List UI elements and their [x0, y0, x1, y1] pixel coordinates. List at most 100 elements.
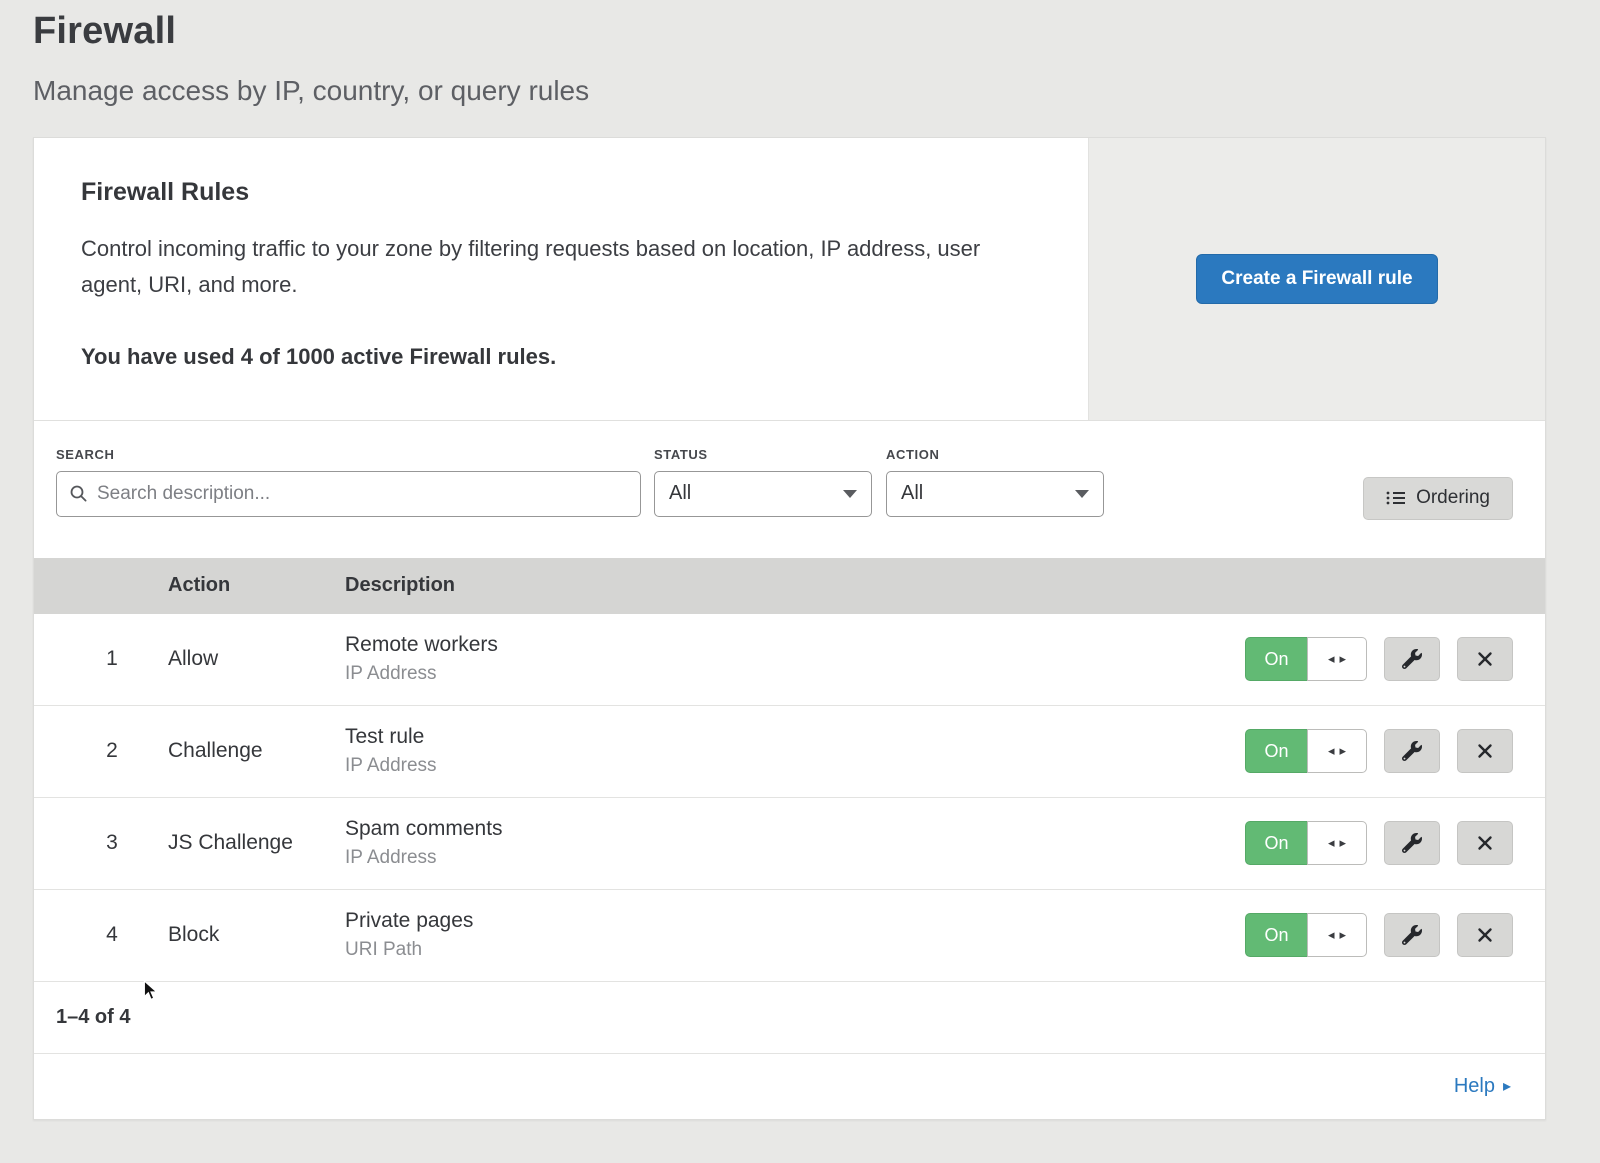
card-footer: Help ▸: [34, 1053, 1545, 1119]
rule-controls: On ◂▸: [1245, 729, 1513, 773]
page-subtitle: Manage access by IP, country, or query r…: [33, 75, 1546, 107]
arrow-right-icon: ▸: [1340, 743, 1347, 759]
action-label: ACTION: [886, 447, 1104, 462]
rule-description-cell: Remote workers IP Address: [345, 633, 1245, 685]
ordering-button[interactable]: Ordering: [1363, 477, 1513, 520]
chevron-down-icon: [1075, 490, 1089, 498]
close-icon: [1477, 927, 1493, 943]
usage-text: You have used 4 of 1000 active Firewall …: [81, 344, 1008, 370]
wrench-icon: [1402, 649, 1422, 669]
rule-description: Spam comments: [345, 817, 1245, 841]
delete-rule-button[interactable]: [1457, 729, 1513, 773]
rule-toggle-on-button[interactable]: On: [1245, 729, 1307, 773]
rule-match-type: IP Address: [345, 755, 1245, 777]
rule-controls: On ◂▸: [1245, 637, 1513, 681]
action-select[interactable]: All: [886, 471, 1104, 517]
wrench-icon: [1402, 925, 1422, 945]
rule-action: JS Challenge: [168, 831, 345, 855]
firewall-rules-card: Firewall Rules Control incoming traffic …: [33, 137, 1546, 1120]
table-header: Action Description: [34, 558, 1545, 614]
card-header: Firewall Rules Control incoming traffic …: [34, 138, 1545, 421]
rule-description-cell: Spam comments IP Address: [345, 817, 1245, 869]
rule-toggle-arrows-button[interactable]: ◂▸: [1307, 821, 1367, 865]
rule-priority: 1: [56, 647, 168, 671]
arrow-left-icon: ◂: [1328, 743, 1335, 759]
rule-description: Remote workers: [345, 633, 1245, 657]
rule-controls: On ◂▸: [1245, 821, 1513, 865]
ordering-wrap: Ordering: [1363, 447, 1513, 520]
help-link[interactable]: Help ▸: [1454, 1075, 1511, 1098]
chevron-down-icon: [843, 490, 857, 498]
close-icon: [1477, 835, 1493, 851]
rule-action: Allow: [168, 647, 345, 671]
status-filter: STATUS All: [654, 447, 872, 517]
edit-rule-button[interactable]: [1384, 729, 1440, 773]
card-description: Control incoming traffic to your zone by…: [81, 231, 1008, 304]
status-select-value: All: [669, 482, 691, 505]
rule-toggle-group: On ◂▸: [1245, 637, 1367, 681]
rule-description: Test rule: [345, 725, 1245, 749]
card-header-right: Create a Firewall rule: [1088, 138, 1545, 420]
rule-action: Block: [168, 923, 345, 947]
close-icon: [1477, 651, 1493, 667]
rule-toggle-on-button[interactable]: On: [1245, 821, 1307, 865]
action-select-value: All: [901, 482, 923, 505]
action-filter: ACTION All: [886, 447, 1104, 517]
rule-toggle-group: On ◂▸: [1245, 729, 1367, 773]
rule-match-type: URI Path: [345, 939, 1245, 961]
rule-toggle-group: On ◂▸: [1245, 821, 1367, 865]
rule-priority: 2: [56, 739, 168, 763]
edit-rule-button[interactable]: [1384, 637, 1440, 681]
rule-description: Private pages: [345, 909, 1245, 933]
rule-action: Challenge: [168, 739, 345, 763]
wrench-icon: [1402, 833, 1422, 853]
rule-priority: 3: [56, 831, 168, 855]
arrow-right-icon: ▸: [1340, 651, 1347, 667]
arrow-left-icon: ◂: [1328, 835, 1335, 851]
column-description: Description: [345, 574, 1513, 597]
help-link-label: Help: [1454, 1075, 1495, 1098]
rule-controls: On ◂▸: [1245, 913, 1513, 957]
card-title: Firewall Rules: [81, 178, 1008, 207]
arrow-right-icon: ▸: [1340, 927, 1347, 943]
rule-toggle-arrows-button[interactable]: ◂▸: [1307, 913, 1367, 957]
rule-toggle-on-button[interactable]: On: [1245, 637, 1307, 681]
pagination-summary: 1–4 of 4: [34, 982, 1545, 1053]
table-row: 4 Block Private pages URI Path On ◂▸: [34, 890, 1545, 982]
table-row: 1 Allow Remote workers IP Address On ◂▸: [34, 614, 1545, 706]
ordering-list-icon: [1386, 490, 1406, 506]
rule-description-cell: Private pages URI Path: [345, 909, 1245, 961]
table-row: 2 Challenge Test rule IP Address On ◂▸: [34, 706, 1545, 798]
rule-toggle-arrows-button[interactable]: ◂▸: [1307, 637, 1367, 681]
rule-description-cell: Test rule IP Address: [345, 725, 1245, 777]
rule-match-type: IP Address: [345, 663, 1245, 685]
arrow-left-icon: ◂: [1328, 927, 1335, 943]
rule-match-type: IP Address: [345, 847, 1245, 869]
rule-toggle-arrows-button[interactable]: ◂▸: [1307, 729, 1367, 773]
arrow-left-icon: ◂: [1328, 651, 1335, 667]
firewall-page: Firewall Manage access by IP, country, o…: [0, 0, 1600, 1120]
rule-toggle-on-button[interactable]: On: [1245, 913, 1307, 957]
search-filter: SEARCH: [56, 447, 641, 517]
arrow-right-icon: ▸: [1503, 1076, 1511, 1096]
delete-rule-button[interactable]: [1457, 821, 1513, 865]
search-box: [56, 471, 641, 517]
wrench-icon: [1402, 741, 1422, 761]
rule-priority: 4: [56, 923, 168, 947]
column-action: Action: [168, 574, 345, 597]
ordering-button-label: Ordering: [1416, 487, 1490, 509]
close-icon: [1477, 743, 1493, 759]
edit-rule-button[interactable]: [1384, 821, 1440, 865]
table-row: 3 JS Challenge Spam comments IP Address …: [34, 798, 1545, 890]
search-label: SEARCH: [56, 447, 641, 462]
arrow-right-icon: ▸: [1340, 835, 1347, 851]
page-title: Firewall: [33, 10, 1546, 53]
edit-rule-button[interactable]: [1384, 913, 1440, 957]
create-firewall-rule-button[interactable]: Create a Firewall rule: [1196, 254, 1437, 304]
filters-bar: SEARCH STATUS All ACTION: [34, 421, 1545, 558]
delete-rule-button[interactable]: [1457, 913, 1513, 957]
delete-rule-button[interactable]: [1457, 637, 1513, 681]
status-select[interactable]: All: [654, 471, 872, 517]
status-label: STATUS: [654, 447, 872, 462]
search-input[interactable]: [97, 483, 628, 505]
